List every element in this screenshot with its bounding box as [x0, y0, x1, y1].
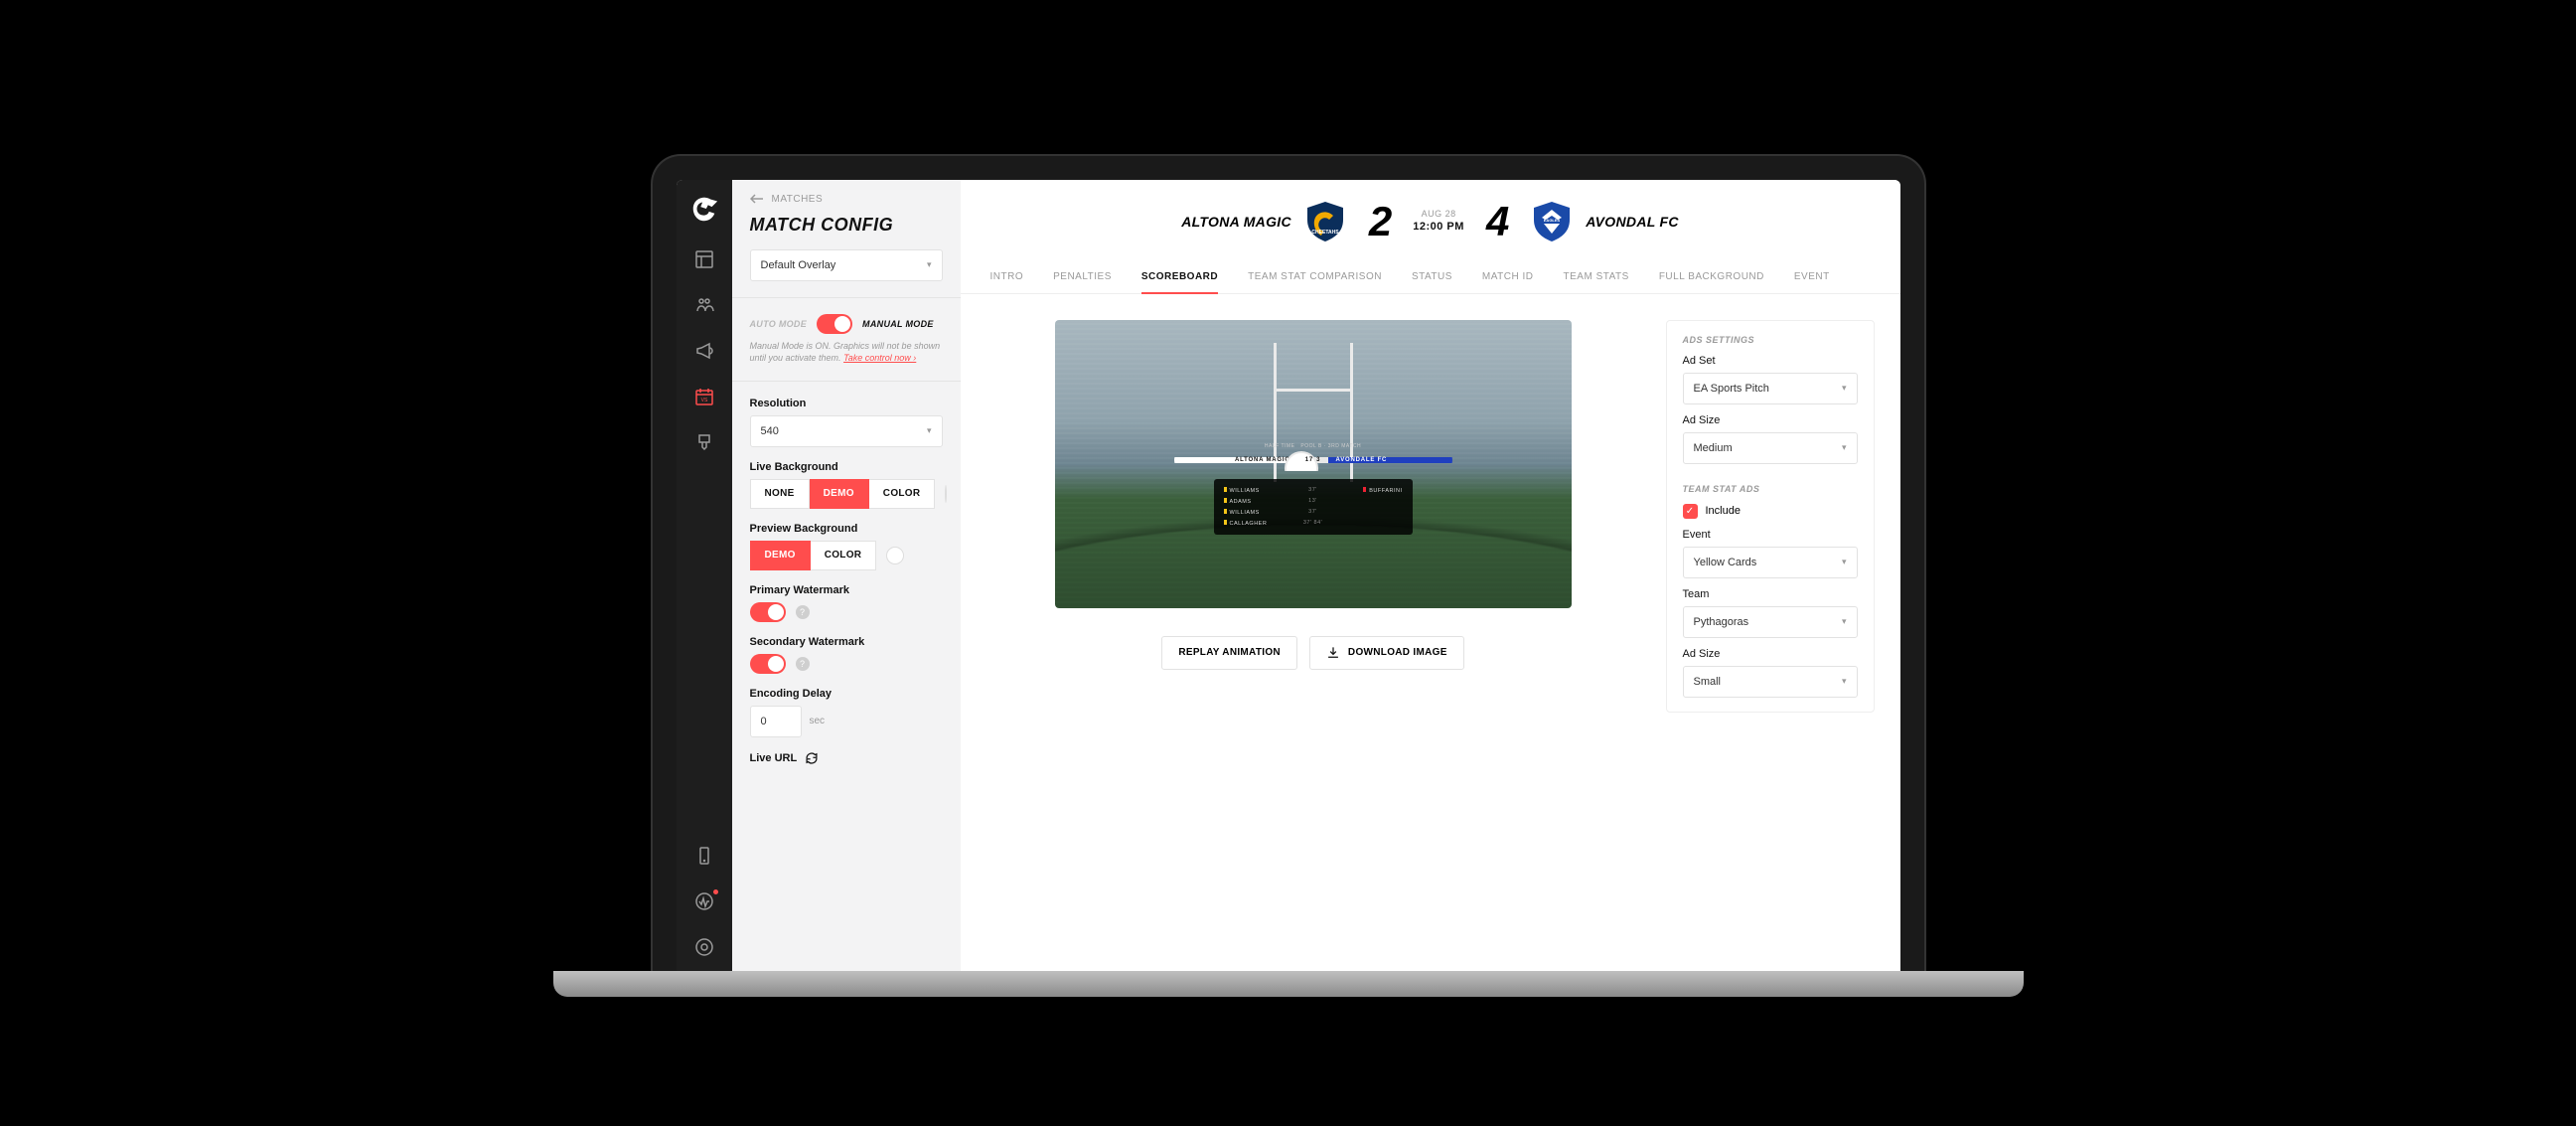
panel-title: MATCH CONFIG	[750, 215, 943, 236]
svg-text:EAGLES: EAGLES	[1544, 218, 1561, 223]
preview-bg-color[interactable]: COLOR	[811, 541, 877, 570]
tab-team-stats[interactable]: TEAM STATS	[1564, 261, 1629, 293]
tab-team-stat-comparison[interactable]: TEAM STAT COMPARISON	[1248, 261, 1382, 293]
nav-settings-icon[interactable]	[694, 937, 714, 957]
event-select[interactable]: Yellow Cards▾	[1683, 547, 1858, 578]
refresh-icon[interactable]	[805, 751, 819, 765]
ad-set-select[interactable]: EA Sports Pitch▾	[1683, 373, 1858, 404]
manual-mode-label: MANUAL MODE	[862, 319, 934, 329]
preview-canvas: HALF TIME POOL B · 3RD MATCH ALTONA MAGI…	[1055, 320, 1572, 608]
live-bg-color-swatch[interactable]	[945, 485, 947, 503]
replay-animation-button[interactable]: REPLAY ANIMATION	[1161, 636, 1297, 670]
ad-size-select[interactable]: Medium▾	[1683, 432, 1858, 464]
stat-row: WILLIAMS37'	[1224, 507, 1403, 518]
svg-text:CHEETAHS: CHEETAHS	[1311, 230, 1339, 236]
primary-wm-label: Primary Watermark	[750, 584, 943, 596]
secondary-wm-label: Secondary Watermark	[750, 636, 943, 648]
tab-full-background[interactable]: FULL BACKGROUND	[1659, 261, 1764, 293]
tab-event[interactable]: EVENT	[1794, 261, 1830, 293]
back-label: MATCHES	[772, 194, 824, 205]
nav-layout-icon[interactable]	[694, 249, 714, 269]
secondary-wm-switch[interactable]	[750, 654, 786, 674]
nav-rail: VS	[677, 180, 732, 971]
preview-bg-color-swatch[interactable]	[886, 547, 904, 564]
preview-bg-segmented: DEMO COLOR	[750, 541, 943, 570]
help-icon[interactable]: ?	[796, 657, 810, 671]
tab-penalties[interactable]: PENALTIES	[1053, 261, 1112, 293]
main-area: ALTONA MAGIC CHEETAHS 2 AUG 28 12:00 PM …	[961, 180, 1900, 971]
live-bg-demo[interactable]: DEMO	[810, 479, 869, 509]
overlay-select[interactable]: Default Overlay▾	[750, 249, 943, 281]
match-header: ALTONA MAGIC CHEETAHS 2 AUG 28 12:00 PM …	[961, 180, 1900, 251]
encoding-label: Encoding Delay	[750, 688, 943, 700]
help-icon[interactable]: ?	[796, 605, 810, 619]
preview-bg-label: Preview Background	[750, 523, 943, 535]
ad-size-2-select[interactable]: Small▾	[1683, 666, 1858, 698]
primary-wm-switch[interactable]	[750, 602, 786, 622]
ads-settings-panel: ADS SETTINGS Ad Set EA Sports Pitch▾ Ad …	[1666, 320, 1875, 713]
brand-logo	[689, 194, 719, 224]
away-score: 4	[1486, 198, 1508, 245]
stat-row: CALLAGHER37' 84'	[1224, 518, 1403, 529]
home-team-name: ALTONA MAGIC	[1181, 214, 1291, 230]
nav-megaphone-icon[interactable]	[694, 341, 714, 361]
scoreboard-overlay: HALF TIME POOL B · 3RD MATCH ALTONA MAGI…	[1174, 439, 1452, 535]
team-select[interactable]: Pythagoras▾	[1683, 606, 1858, 638]
live-bg-none[interactable]: NONE	[750, 479, 810, 509]
svg-text:VS: VS	[700, 398, 707, 403]
chevron-down-icon: ▾	[927, 259, 932, 270]
arrow-left-icon	[750, 194, 764, 204]
resolution-label: Resolution	[750, 398, 943, 409]
live-url-row: Live URL	[750, 751, 943, 765]
nav-calendar-vs-icon[interactable]: VS	[694, 387, 714, 406]
tab-match-id[interactable]: MATCH ID	[1482, 261, 1534, 293]
mode-helper-text: Manual Mode is ON. Graphics will not be …	[750, 340, 943, 365]
chevron-down-icon: ▾	[927, 425, 932, 436]
preview-bg-demo[interactable]: DEMO	[750, 541, 811, 570]
home-team-crest: CHEETAHS	[1303, 200, 1347, 243]
download-image-button[interactable]: DOWNLOAD IMAGE	[1309, 636, 1464, 670]
nav-people-icon[interactable]	[694, 295, 714, 315]
mode-switch[interactable]	[817, 314, 852, 334]
encoding-delay-input[interactable]: 0	[750, 706, 802, 737]
ads-settings-heading: ADS SETTINGS	[1683, 335, 1858, 345]
nav-device-icon[interactable]	[694, 846, 714, 866]
graphic-tabs: INTRO PENALTIES SCOREBOARD TEAM STAT COMPAR…	[961, 251, 1900, 294]
config-panel: MATCHES MATCH CONFIG Default Overlay▾ AU…	[732, 180, 961, 971]
take-control-link[interactable]: Take control now ›	[843, 353, 916, 363]
stat-row: WILLIAMS37'BUFFARINI	[1224, 485, 1403, 496]
home-score: 2	[1369, 198, 1391, 245]
include-checkbox[interactable]: ✓	[1683, 504, 1698, 519]
mode-toggle-row: AUTO MODE MANUAL MODE	[750, 314, 943, 334]
team-stat-ads-heading: TEAM STAT ADS	[1683, 484, 1858, 494]
tab-status[interactable]: STATUS	[1412, 261, 1452, 293]
tab-scoreboard[interactable]: SCOREBOARD	[1141, 261, 1218, 294]
match-datetime: AUG 28 12:00 PM	[1413, 208, 1464, 236]
include-label: Include	[1706, 505, 1741, 517]
live-bg-label: Live Background	[750, 461, 943, 473]
stat-row: ADAMS13'	[1224, 496, 1403, 507]
nav-brush-icon[interactable]	[694, 432, 714, 452]
encoding-unit: sec	[810, 716, 826, 726]
away-team-name: AVONDAL FC	[1586, 214, 1678, 230]
download-icon	[1326, 646, 1340, 660]
tab-intro[interactable]: INTRO	[990, 261, 1024, 293]
nav-activity-icon[interactable]	[694, 891, 714, 911]
auto-mode-label: AUTO MODE	[750, 319, 808, 329]
back-to-matches[interactable]: MATCHES	[750, 194, 943, 205]
resolution-select[interactable]: 540▾	[750, 415, 943, 447]
live-bg-segmented: NONE DEMO COLOR	[750, 479, 943, 509]
live-bg-color[interactable]: COLOR	[869, 479, 936, 509]
away-team-crest: EAGLES	[1530, 200, 1574, 243]
